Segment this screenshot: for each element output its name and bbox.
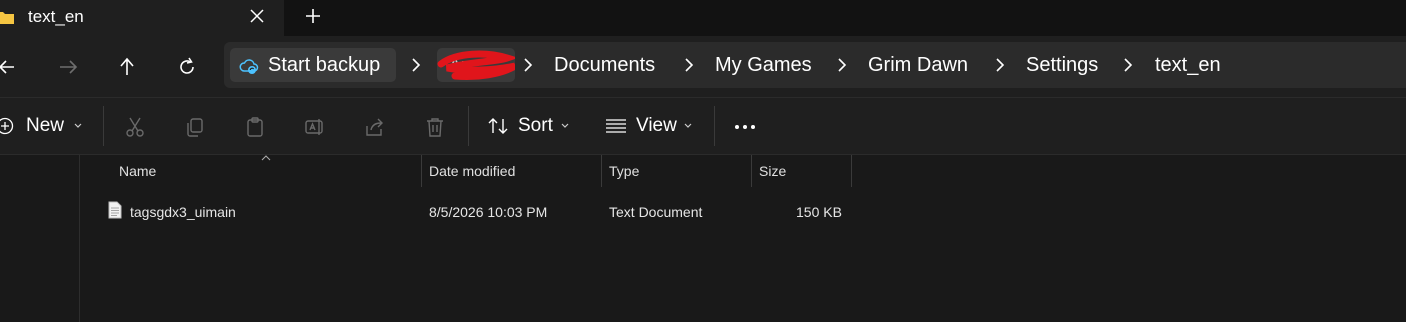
breadcrumb-grim-dawn[interactable]: Grim Dawn — [868, 54, 968, 77]
file-name: tagsgdx3_uimain — [130, 204, 236, 220]
breadcrumb-documents[interactable]: Documents — [554, 54, 655, 77]
column-header-date-modified[interactable]: Date modified — [429, 163, 515, 179]
chevron-right-icon — [412, 58, 421, 72]
breadcrumb-settings[interactable]: Settings — [1026, 54, 1098, 77]
file-type: Text Document — [609, 204, 703, 220]
navigation-bar: Start backup Ar.. Documents My Games Gri… — [0, 36, 1406, 98]
more-icon[interactable] — [734, 116, 756, 138]
new-label: New — [26, 115, 65, 136]
folder-icon — [0, 12, 14, 24]
sort-ascending-caret-icon — [261, 155, 271, 161]
column-header-name[interactable]: Name — [119, 163, 156, 179]
chevron-right-icon — [1124, 58, 1133, 72]
paste-icon[interactable] — [244, 116, 266, 138]
column-divider[interactable] — [751, 155, 752, 187]
divider — [103, 106, 104, 146]
refresh-icon[interactable] — [176, 56, 198, 78]
chevron-right-icon — [685, 58, 694, 72]
chevron-down-icon — [74, 123, 82, 128]
breadcrumb-user-redacted[interactable]: Ar.. — [437, 48, 515, 82]
chevron-right-icon — [524, 58, 533, 72]
delete-icon[interactable] — [424, 116, 446, 138]
sort-label: Sort — [518, 115, 553, 136]
new-button[interactable]: New — [0, 114, 86, 138]
breadcrumb-text-en[interactable]: text_en — [1155, 54, 1221, 77]
column-headers: Name Date modified Type Size — [80, 155, 880, 187]
view-label: View — [636, 115, 677, 136]
share-icon[interactable] — [364, 116, 386, 138]
tab-title: text_en — [28, 7, 84, 26]
view-button[interactable]: View — [605, 114, 695, 138]
back-arrow-icon[interactable] — [0, 56, 20, 78]
column-header-size[interactable]: Size — [759, 163, 786, 179]
divider — [714, 106, 715, 146]
tab-text-en[interactable]: text_en — [0, 0, 284, 36]
chevron-down-icon — [561, 123, 569, 128]
rename-icon[interactable] — [304, 116, 326, 138]
chevron-right-icon — [838, 58, 847, 72]
file-size: 150 KB — [796, 204, 842, 220]
copy-icon[interactable] — [184, 116, 206, 138]
start-backup-label: Start backup — [268, 54, 381, 76]
sort-arrows-icon — [488, 118, 508, 134]
redaction-scribble — [437, 50, 515, 80]
cloud-sync-icon — [239, 59, 259, 74]
chevron-down-icon — [684, 123, 692, 128]
column-divider[interactable] — [851, 155, 852, 187]
column-header-type[interactable]: Type — [609, 163, 639, 179]
breadcrumb-my-games[interactable]: My Games — [715, 54, 812, 77]
new-tab-plus-icon[interactable] — [303, 6, 323, 26]
column-divider[interactable] — [421, 155, 422, 187]
forward-arrow-icon[interactable] — [57, 56, 79, 78]
command-bar: New Sort View — [0, 98, 1406, 155]
address-bar[interactable]: Start backup Ar.. Documents My Games Gri… — [224, 42, 1406, 88]
file-row[interactable]: tagsgdx3_uimain 8/5/2026 10:03 PM Text D… — [80, 197, 880, 227]
column-divider[interactable] — [601, 155, 602, 187]
sort-button[interactable]: Sort — [487, 114, 571, 138]
divider — [468, 106, 469, 146]
chevron-right-icon — [996, 58, 1005, 72]
plus-circle-icon — [0, 117, 14, 135]
up-arrow-icon[interactable] — [116, 56, 138, 78]
cut-icon[interactable] — [124, 116, 146, 138]
start-backup-button[interactable]: Start backup — [230, 48, 396, 82]
file-date-modified: 8/5/2026 10:03 PM — [429, 204, 548, 220]
text-document-icon — [108, 201, 122, 219]
close-icon[interactable] — [247, 6, 267, 26]
view-lines-icon — [606, 119, 626, 133]
title-bar: text_en — [0, 0, 1406, 36]
